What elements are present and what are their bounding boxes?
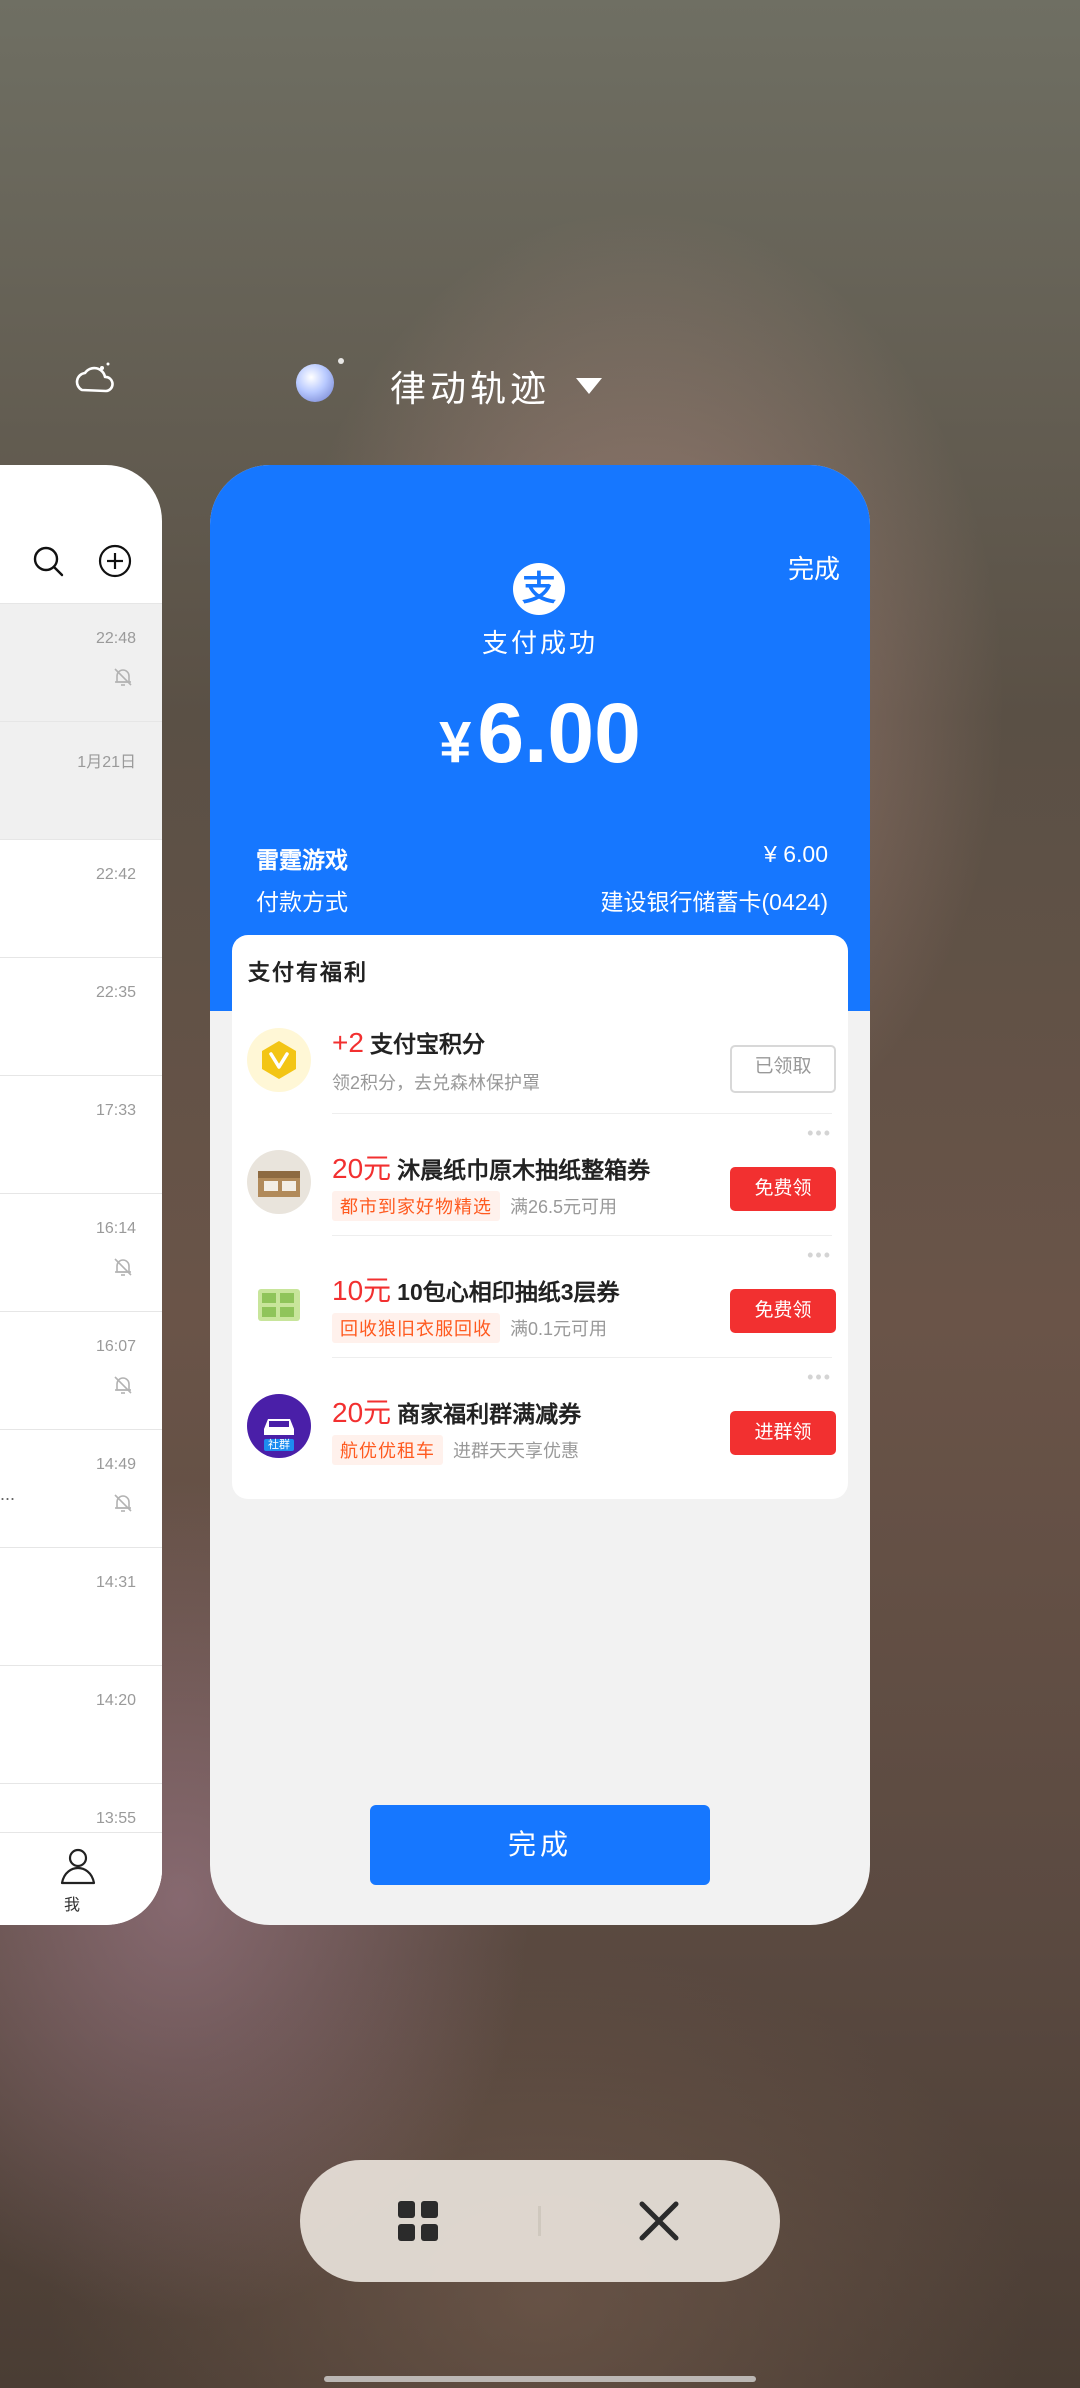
chat-list-item[interactable]: 14:49...	[0, 1429, 162, 1548]
merchant-tag: 都市到家好物精选	[332, 1191, 500, 1221]
app-title[interactable]: 律动轨迹	[390, 360, 550, 412]
claim-button[interactable]: 免费领	[730, 1167, 836, 1211]
payment-status: 支付成功	[481, 628, 598, 658]
chat-time: 16:14	[95, 1220, 136, 1237]
chat-list-item[interactable]: 17:33	[0, 1075, 162, 1194]
tissue-box-icon	[246, 1149, 312, 1215]
chat-time: 22:42	[95, 866, 136, 883]
points-v-icon	[246, 1027, 312, 1093]
chat-time: 1月21日	[77, 754, 136, 771]
benefit-title-text: 支付宝积分	[369, 1031, 485, 1057]
divider	[332, 1113, 832, 1114]
chat-list-item[interactable]: 1月21日	[0, 721, 162, 840]
benefit-highlight: 20元	[332, 1397, 392, 1428]
benefit-highlight: +2	[332, 1027, 364, 1058]
chat-list-item[interactable]: 14:20	[0, 1665, 162, 1784]
benefit-subline: 都市到家好物精选 满26.5元可用	[332, 1191, 617, 1221]
chat-time: 14:20	[95, 1692, 136, 1709]
benefit-subline: 领2积分，去兑森林保护罩	[332, 1069, 540, 1095]
tab-me[interactable]: 我	[0, 1832, 162, 1925]
chat-time: 13:55	[95, 1810, 136, 1827]
benefit-subline: 回收狼旧衣服回收 满0.1元可用	[332, 1313, 607, 1343]
claimed-button[interactable]: 已领取	[730, 1045, 836, 1093]
benefit-desc: 满0.1元可用	[510, 1319, 608, 1339]
benefit-headline: 20元 商家福利群满减券	[332, 1391, 581, 1431]
muted-bell-icon	[114, 668, 132, 686]
chat-list-item[interactable]: 22:35	[0, 957, 162, 1076]
benefit-highlight: 10元	[332, 1275, 392, 1306]
home-indicator[interactable]	[324, 2376, 756, 2382]
chat-time: 14:31	[95, 1574, 136, 1591]
chat-list-item[interactable]: 14:31	[0, 1547, 162, 1666]
muted-bell-icon	[114, 1494, 132, 1512]
tab-me-label: 我	[64, 1897, 81, 1914]
chat-time: 16:07	[95, 1338, 136, 1355]
more-dots-icon[interactable]: •••	[807, 1367, 832, 1388]
currency-symbol: ¥	[439, 710, 472, 775]
muted-bell-icon	[114, 1376, 132, 1394]
merchant-tag: 回收狼旧衣服回收	[332, 1313, 500, 1343]
claim-button[interactable]: 免费领	[730, 1289, 836, 1333]
benefit-item[interactable]: ••• 10元 10包心相印抽纸3层券回收狼旧衣服回收 满0.1元可用 免费领	[232, 1235, 848, 1359]
benefit-highlight: 20元	[332, 1153, 392, 1184]
chat-list-item[interactable]: 22:48	[0, 603, 162, 722]
done-button[interactable]: 完成	[370, 1805, 710, 1885]
recents-control-bar	[300, 2160, 780, 2282]
chat-time: 22:48	[95, 630, 136, 647]
claim-button[interactable]: 进群领	[730, 1411, 836, 1455]
tissue-pack-icon	[246, 1271, 312, 1337]
caret-down-icon[interactable]	[576, 378, 602, 394]
benefit-headline: +2 支付宝积分	[332, 1025, 485, 1059]
more-dots-icon[interactable]: •••	[807, 1245, 832, 1266]
benefit-title-text: 沐晨纸巾原木抽纸整箱券	[397, 1157, 651, 1183]
merchant-tag: 航优优租车	[332, 1435, 443, 1465]
payment-header: 完成 支 支付成功 ¥6.00 雷霆游戏 ¥ 6.00 付款方式 建设银行储蓄卡…	[210, 465, 870, 1011]
grid-icon[interactable]	[398, 2201, 438, 2241]
benefit-desc: 进群天天享优惠	[453, 1441, 579, 1461]
benefit-headline: 20元 沐晨纸巾原木抽纸整箱券	[332, 1147, 650, 1187]
muted-bell-icon	[114, 1258, 132, 1276]
chat-list-item[interactable]: 16:07	[0, 1311, 162, 1430]
benefit-title-text: 10包心相印抽纸3层券	[397, 1279, 620, 1305]
merchant-name: 雷霆游戏	[256, 847, 348, 873]
benefit-desc: 领2积分，去兑森林保护罩	[332, 1073, 541, 1093]
benefit-item[interactable]: +2 支付宝积分领2积分，去兑森林保护罩 已领取	[232, 991, 848, 1115]
benefit-panel: 支付有福利 +2 支付宝积分 领2积分，去兑森林保护罩 已领取 ••• 20元 沐晨纸巾原木…	[232, 935, 848, 1499]
community-badge: 社群	[268, 1439, 290, 1451]
chat-time: 14:49	[95, 1456, 136, 1473]
more-dots-icon[interactable]: •••	[807, 1123, 832, 1144]
benefit-item[interactable]: ••• 20元 沐晨纸巾原木抽纸整箱券都市到家好物精选 满26.5元可用 免费领	[232, 1113, 848, 1237]
close-icon[interactable]	[634, 2196, 684, 2246]
chat-snippet: ...	[0, 1484, 16, 1504]
chat-list-item[interactable]: 16:14	[0, 1193, 162, 1312]
alipay-logo-icon: 支	[513, 563, 565, 615]
method-label: 付款方式	[256, 889, 348, 915]
merchant-amount: ¥ 6.00	[764, 841, 828, 867]
benefit-title: 支付有福利	[248, 960, 369, 985]
divider	[538, 2206, 541, 2236]
weather-icon	[72, 360, 116, 404]
chat-time: 22:35	[95, 984, 136, 1001]
chat-time: 17:33	[95, 1102, 136, 1119]
divider	[332, 1357, 832, 1358]
benefit-item[interactable]: ••• 社群 20元 商家福利群满减券航优优租车 进群天天享优惠 进群领	[232, 1357, 848, 1481]
method-value: 建设银行储蓄卡(0424)	[600, 889, 828, 915]
chat-list-item[interactable]: 22:42	[0, 839, 162, 958]
payment-app-card[interactable]: 完成 支 支付成功 ¥6.00 雷霆游戏 ¥ 6.00 付款方式 建设银行储蓄卡…	[210, 465, 870, 1925]
amount-value: 6.00	[477, 686, 641, 780]
person-icon	[60, 1848, 96, 1885]
divider	[332, 1235, 832, 1236]
benefit-subline: 航优优租车 进群天天享优惠	[332, 1435, 579, 1465]
benefit-desc: 满26.5元可用	[510, 1197, 618, 1217]
car-community-icon: 社群	[246, 1393, 312, 1459]
benefit-headline: 10元 10包心相印抽纸3层券	[332, 1269, 620, 1309]
left-app-card[interactable]: 22:48 1月21日 22:42 22:35 17:33 16:14 16:07 14:49…	[0, 465, 162, 1925]
add-circle-icon[interactable]	[98, 544, 132, 578]
done-link[interactable]: 完成	[788, 549, 840, 586]
search-icon[interactable]	[32, 545, 64, 577]
app-icon[interactable]	[296, 358, 344, 402]
payment-amount: ¥6.00	[210, 685, 870, 782]
benefit-title-text: 商家福利群满减券	[397, 1401, 582, 1427]
